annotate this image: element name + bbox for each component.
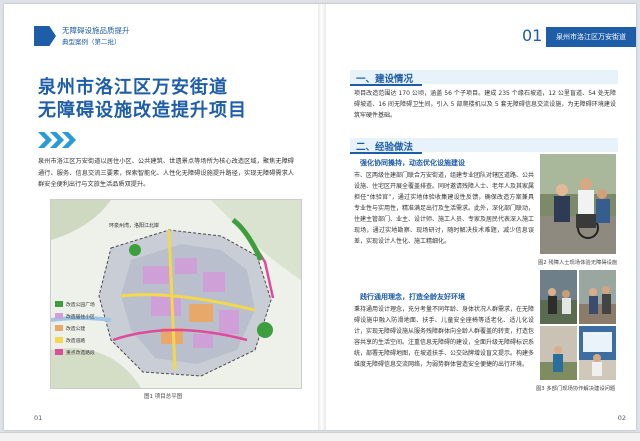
document-spread: 无障碍设施品质提升 典型案例（第二批） 泉州市洛江区万安街道 无障碍设施改造提升… (4, 4, 636, 430)
header-tab-shape (34, 26, 56, 46)
subheading-universal-design: 践行通用理念，打造全龄友好环境 (360, 293, 465, 301)
right-page: 01 泉州市洛江区万安街道 一、建设情况 项目改造范围达 170 公顷，涵盖 5… (326, 4, 636, 430)
book-gutter (318, 4, 326, 430)
section-construction-body: 项目改造范围达 170 公顷，涵盖 56 个子项目。建成 235 个缘石坡道，1… (354, 90, 616, 119)
map-legend: 改造公园广场 改造居住小区 改造公建 改造道路 重点改造路段 (55, 298, 101, 358)
case-label: 泉州市洛江区万安街道 (546, 27, 636, 47)
photo-onsite-meeting-4 (579, 326, 616, 380)
case-number: 01 (522, 26, 543, 45)
map-river-label: 环泉州湾，洛阳江北岸 (109, 223, 160, 229)
legend-item-residential: 改造居住小区 (55, 310, 101, 322)
legend-item-public-buildings: 改造公建 (55, 322, 101, 334)
photo-onsite-meeting-1 (540, 270, 577, 324)
site-plan-drawing (51, 200, 301, 388)
left-header: 无障碍设施品质提升 典型案例（第二批） (34, 24, 184, 50)
page-title: 泉州市洛江区万安街道 无障碍设施改造提升项目 (38, 76, 247, 122)
caption-figure-2: 图2 残障人士现场体验无障碍设施 (538, 260, 618, 266)
legend-item-roads: 改造道路 (55, 334, 101, 346)
header-series-title: 无障碍设施品质提升 (62, 26, 130, 35)
intro-paragraph: 泉州市洛江区万安街道以居住小区、公共建筑、世遗景点等场所为核心改造区域，聚焦无障… (38, 158, 294, 188)
chevron-decoration-icon (38, 132, 78, 148)
title-line-2: 无障碍设施改造提升项目 (38, 100, 247, 121)
paragraph-universal-design: 秉持通用设计理念，充分考量不同年龄、身体状况人群需求，在无障碍设施中融入防滑地面… (354, 306, 535, 368)
section-heading-construction: 一、建设情况 (350, 70, 618, 86)
site-plan-map: 环泉州湾，洛阳江北岸 改造公园广场 改造居住小区 改造公建 改造道路 重点改造路… (50, 199, 302, 389)
legend-item-parks: 改造公园广场 (55, 298, 101, 310)
caption-figure-3: 图3 多部门现场协作解决建设问题 (536, 386, 616, 392)
title-line-1: 泉州市洛江区万安街道 (38, 77, 228, 98)
subheading-collaboration: 强化协同搡持，动态优化设施建设 (360, 159, 465, 167)
section-heading-practices: 二、经验做法 (350, 138, 618, 154)
legend-item-key-sections: 重点改造路段 (55, 346, 101, 358)
paragraph-collaboration: 市、区两级住建部门联合万安街道，组建专业团队对辖区道路、公共设施、住宅区开展全覆… (354, 172, 535, 245)
photo-onsite-meeting-2 (579, 270, 616, 324)
header-series-subtitle: 典型案例（第二批） (62, 38, 121, 46)
right-header: 01 泉州市洛江区万安街道 (522, 24, 636, 50)
photo-onsite-meeting-3 (540, 326, 577, 380)
left-page: 无障碍设施品质提升 典型案例（第二批） 泉州市洛江区万安街道 无障碍设施改造提升… (4, 4, 320, 430)
right-page-number: 02 (617, 414, 626, 422)
photo-accessibility-experience (540, 154, 616, 254)
left-page-number: 01 (34, 414, 43, 422)
map-caption: 图1 项目总平图 (144, 394, 183, 400)
